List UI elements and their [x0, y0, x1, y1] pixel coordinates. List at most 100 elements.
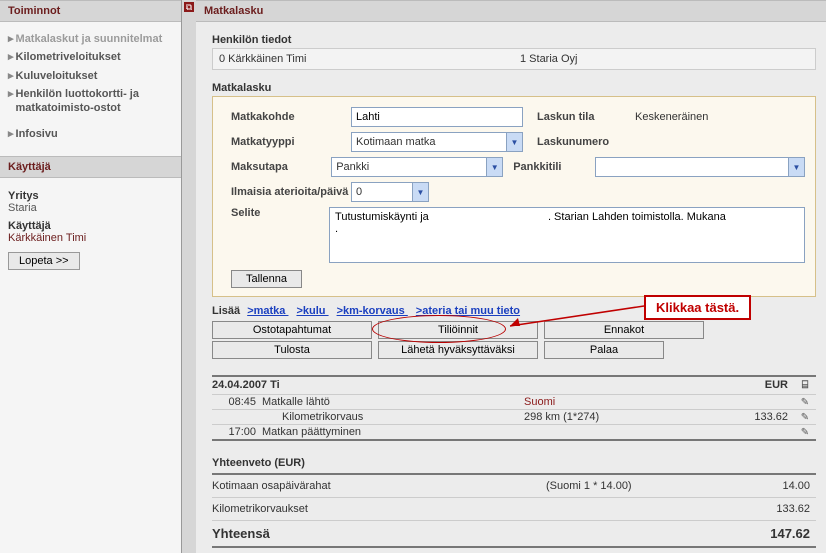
destination-input[interactable] — [351, 107, 523, 127]
advances-button[interactable]: Ennakot — [544, 321, 704, 339]
divider-column: ⧉ — [182, 0, 196, 553]
paymethod-select[interactable]: Pankki▼ — [331, 157, 503, 177]
chevron-right-icon: ▸ — [8, 127, 14, 141]
logout-button[interactable]: Lopeta >> — [8, 252, 80, 270]
main-area: Matkalasku Henkilön tiedot 0 Kärkkäinen … — [196, 0, 826, 553]
itin-desc: Matkalle lähtö — [262, 396, 524, 408]
chevron-right-icon: ▸ — [8, 32, 14, 46]
summary-title: Yhteenveto (EUR) — [212, 441, 816, 475]
sidebar-item-km-charges[interactable]: ▸Kilometriveloitukset — [8, 48, 173, 66]
summary-total-amount: 147.62 — [716, 526, 816, 541]
itin-desc: Matkan päättyminen — [262, 426, 524, 438]
callout-annotation: Klikkaa tästä. — [644, 295, 751, 320]
sidebar-item-label: Kilometriveloitukset — [16, 50, 121, 64]
edit-icon[interactable]: ✎ — [801, 427, 809, 438]
invoiceno-label: Laskunumero — [527, 136, 635, 148]
add-km-link[interactable]: >km-korvaus — [337, 305, 408, 317]
summary-meta — [546, 503, 716, 515]
purchases-button[interactable]: Ostotapahtumat — [212, 321, 372, 339]
sidebar-item-info[interactable]: ▸Infosivu — [8, 125, 173, 143]
chevron-right-icon: ▸ — [8, 69, 14, 83]
sidebar-item-label: Henkilön luottokortti- ja matkatoimisto-… — [16, 87, 173, 116]
status-label: Laskun tila — [527, 111, 635, 123]
description-label: Selite — [231, 207, 329, 219]
sidebar-item-label: Infosivu — [16, 127, 58, 141]
summary-total-row: Yhteensä 147.62 — [212, 521, 816, 548]
summary-label: Kilometrikorvaukset — [212, 503, 546, 515]
sidebar-item-label: Kuluveloitukset — [16, 69, 98, 83]
add-expense-link[interactable]: >kulu — [296, 305, 328, 317]
form-section-title: Matkalasku — [212, 70, 816, 96]
summary-amount: 14.00 — [716, 480, 816, 492]
destination-label: Matkakohde — [231, 111, 351, 123]
summary-table: Yhteenveto (EUR) Kotimaan osapäivärahat … — [212, 441, 816, 548]
itinerary-table: 24.04.2007 Ti EUR ⌸ 08:45 Matkalle lähtö… — [212, 375, 816, 441]
sidebar-header-functions: Toiminnot — [0, 0, 181, 22]
form-panel: Matkakohde Laskun tila Keskeneräinen Mat… — [212, 96, 816, 297]
chevron-right-icon: ▸ — [8, 87, 14, 116]
freemeals-label: Ilmaisia aterioita/päivä — [231, 186, 351, 199]
summary-row: Kilometrikorvaukset 133.62 — [212, 498, 816, 521]
sidebar: Toiminnot ▸Matkalaskut ja suunnitelmat ▸… — [0, 0, 182, 553]
summary-meta: (Suomi 1 * 14.00) — [546, 480, 716, 492]
triptype-label: Matkatyyppi — [231, 136, 351, 148]
status-value: Keskeneräinen — [635, 111, 805, 123]
edit-icon[interactable]: ✎ — [801, 412, 809, 423]
entries-button[interactable]: Tiliöinnit — [378, 321, 538, 339]
itin-amt: 133.62 — [694, 411, 794, 423]
chevron-down-icon: ▼ — [412, 183, 428, 201]
summary-amount: 133.62 — [716, 503, 816, 515]
itin-meta[interactable]: Suomi — [524, 396, 694, 408]
chevron-down-icon: ▼ — [788, 158, 804, 176]
save-button[interactable]: Tallenna — [231, 270, 302, 288]
itin-row: 17:00 Matkan päättyminen ✎ — [212, 424, 816, 441]
person-section-title: Henkilön tiedot — [212, 22, 816, 48]
user-value[interactable]: Kärkkäinen Timi — [8, 232, 173, 246]
paymethod-label: Maksutapa — [231, 161, 331, 173]
sidebar-header-user: Käyttäjä — [0, 156, 181, 178]
chevron-down-icon: ▼ — [486, 158, 502, 176]
chevron-right-icon: ▸ — [8, 50, 14, 64]
itin-row: 08:45 Matkalle lähtö Suomi ✎ — [212, 394, 816, 409]
itin-time: 08:45 — [212, 396, 262, 408]
summary-label: Kotimaan osapäivärahat — [212, 480, 546, 492]
person-panel: 0 Kärkkäinen Timi 1 Staria Oyj — [212, 48, 816, 70]
edit-icon[interactable]: ✎ — [801, 397, 809, 408]
user-label: Käyttäjä — [8, 216, 173, 232]
itin-amt — [694, 396, 794, 408]
add-trip-link[interactable]: >matka — [247, 305, 288, 317]
send-approve-button[interactable]: Lähetä hyväksyttäväksi — [378, 341, 538, 359]
itin-date-header: 24.04.2007 Ti — [212, 379, 694, 392]
itin-desc: Kilometrikorvaus — [262, 411, 524, 423]
person-left: 0 Kärkkäinen Timi — [213, 49, 514, 69]
summary-row: Kotimaan osapäivärahat (Suomi 1 * 14.00)… — [212, 475, 816, 498]
triptype-select[interactable]: Kotimaan matka▼ — [351, 132, 523, 152]
itin-meta: 298 km (1*274) — [524, 411, 694, 423]
print-button[interactable]: Tulosta — [212, 341, 372, 359]
bankacct-select[interactable]: ▼ — [595, 157, 805, 177]
add-label: Lisää — [212, 305, 243, 317]
itin-time — [212, 411, 262, 423]
itin-meta — [524, 426, 694, 438]
attachment-icon[interactable]: ⌸ — [802, 379, 809, 391]
sidebar-item-travel-expenses[interactable]: ▸Matkalaskut ja suunnitelmat — [8, 30, 173, 48]
itin-amt — [694, 426, 794, 438]
company-label: Yritys — [8, 186, 173, 202]
sidebar-item-label: Matkalaskut ja suunnitelmat — [16, 32, 163, 46]
sidebar-item-creditcard[interactable]: ▸Henkilön luottokortti- ja matkatoimisto… — [8, 85, 173, 118]
back-button[interactable]: Palaa — [544, 341, 664, 359]
freemeals-select[interactable]: 0▼ — [351, 182, 429, 202]
actions-area: Klikkaa tästä. Ostotapahtumat Tiliöinnit… — [212, 321, 816, 359]
itin-time: 17:00 — [212, 426, 262, 438]
bankacct-label: Pankkitili — [503, 161, 595, 173]
sidebar-item-expense-charges[interactable]: ▸Kuluveloitukset — [8, 67, 173, 85]
chevron-down-icon: ▼ — [506, 133, 522, 151]
description-textarea[interactable]: Tutustumiskäynti ja . Starian Lahden toi… — [329, 207, 805, 263]
summary-total-label: Yhteensä — [212, 526, 546, 541]
itin-row: Kilometrikorvaus 298 km (1*274) 133.62 ✎ — [212, 409, 816, 424]
add-meal-link[interactable]: >ateria tai muu tieto — [416, 305, 520, 317]
itin-currency-header: EUR — [694, 379, 794, 392]
page-title: Matkalasku — [196, 0, 826, 22]
collapse-icon[interactable]: ⧉ — [184, 2, 194, 12]
company-value: Staria — [8, 202, 173, 216]
